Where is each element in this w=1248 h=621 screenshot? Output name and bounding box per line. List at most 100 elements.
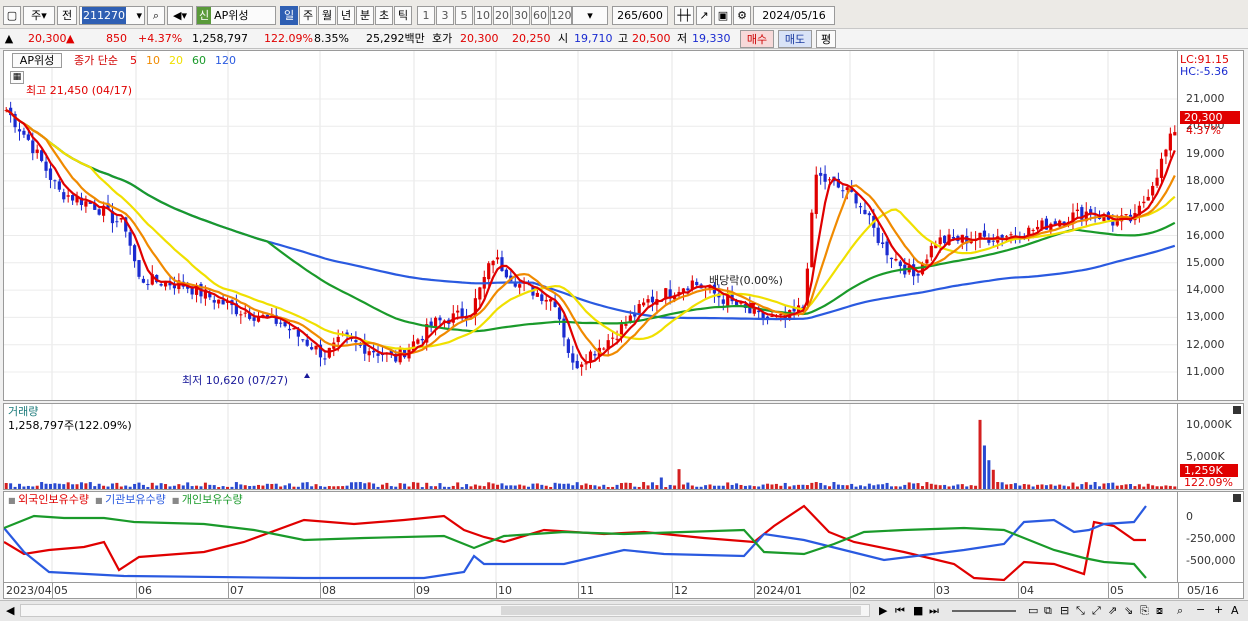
candle-body: [1159, 158, 1164, 178]
volume-bar: [845, 485, 849, 489]
pin-icon[interactable]: ▲: [2, 30, 16, 47]
scroll-left-icon[interactable]: ◀: [6, 604, 14, 618]
buy-button[interactable]: 매수: [740, 30, 774, 48]
scroll-right-icon[interactable]: ▶: [879, 604, 887, 618]
investor-pane-close-icon[interactable]: [1233, 494, 1241, 502]
period-tab-2[interactable]: 월: [318, 6, 336, 25]
period-tab-1[interactable]: 주: [299, 6, 317, 25]
volume-bar: [1164, 485, 1168, 489]
volume-bar: [1168, 485, 1172, 489]
font-size-icon[interactable]: A: [1231, 604, 1239, 618]
interval-button-60[interactable]: 60: [531, 6, 549, 25]
volume-bar: [916, 483, 920, 489]
candle-body: [827, 179, 832, 181]
volume-pane[interactable]: 거래량 1,258,797주(122.09%): [3, 403, 1178, 490]
period-type-select[interactable]: 전: [57, 6, 77, 25]
gear-icon[interactable]: ⚙: [733, 6, 751, 25]
stop-icon[interactable]: ■: [913, 604, 923, 618]
interval-button-20[interactable]: 20: [493, 6, 511, 25]
volume-bar: [580, 485, 584, 489]
volume-bar: [110, 483, 114, 489]
rewind-icon[interactable]: ⏮: [895, 604, 905, 618]
interval-button-30[interactable]: 30: [512, 6, 530, 25]
x-axis-label: 06: [138, 584, 152, 597]
chart-menu-icon[interactable]: ▢: [3, 6, 21, 25]
code-input[interactable]: 211270 ▾: [79, 6, 145, 25]
speaker-icon[interactable]: ◀▾: [167, 6, 193, 25]
volume-chart[interactable]: [4, 404, 1177, 489]
period-tab-4[interactable]: 분: [356, 6, 374, 25]
candle-body: [584, 363, 588, 365]
ma-legend-120[interactable]: 120: [215, 54, 236, 67]
layout-single-icon[interactable]: ▭: [1028, 604, 1038, 618]
scrollbar-thumb[interactable]: [501, 606, 861, 615]
interval-button-5[interactable]: 5: [455, 6, 473, 25]
ma-legend-10[interactable]: 10: [146, 54, 160, 67]
grid-icon[interactable]: ▦: [10, 71, 24, 84]
candle-body: [217, 299, 221, 304]
investor-legend-item[interactable]: ■ 외국인보유수량: [8, 493, 89, 506]
volume-bar: [1102, 483, 1106, 489]
layout-multi-icon[interactable]: ⧉: [1044, 604, 1052, 618]
volume-bar: [1044, 485, 1048, 489]
save-icon[interactable]: ▣: [714, 6, 732, 25]
open-price: 19,710: [574, 32, 613, 45]
ask-label: 호가: [432, 32, 453, 45]
investor-legend-item[interactable]: ■ 기관보유수량: [95, 493, 166, 506]
price-chart-pane[interactable]: AP위성 종가 단순 5 10 20 60 120 ▦ 최고 21,450 (04/17…: [3, 50, 1178, 401]
indicator-title-box[interactable]: AP위성: [12, 53, 62, 68]
draw-tool-icon[interactable]: ↗: [696, 6, 712, 25]
zoom-slider[interactable]: [952, 610, 1016, 612]
eval-button[interactable]: 평: [816, 30, 836, 48]
interval-button-3[interactable]: 3: [436, 6, 454, 25]
price-chart[interactable]: [4, 51, 1177, 400]
date-field[interactable]: 2024/05/16: [753, 6, 835, 25]
investor-pane[interactable]: ■ 외국인보유수량 ■ 기관보유수량 ■ 개인보유수량: [3, 491, 1178, 583]
layout-split-icon[interactable]: ⊟: [1060, 604, 1069, 618]
zoom-out-icon[interactable]: −: [1196, 603, 1205, 617]
zoom-in-icon[interactable]: +: [1214, 603, 1223, 617]
candle-body: [367, 351, 371, 356]
sell-button[interactable]: 매도: [778, 30, 812, 48]
volume-bar: [380, 484, 384, 489]
period-tab-6[interactable]: 틱: [394, 6, 412, 25]
draw-ray-icon[interactable]: ⤢: [1092, 604, 1101, 618]
ma-legend-20[interactable]: 20: [169, 54, 183, 67]
x-axis-label: 02: [852, 584, 866, 597]
paste-icon[interactable]: ⧇: [1156, 604, 1163, 618]
volume-bar: [195, 485, 199, 489]
draw-line-icon[interactable]: ⤡: [1076, 604, 1085, 618]
horizontal-scrollbar[interactable]: [20, 604, 870, 617]
ma-legend-60[interactable]: 60: [192, 54, 206, 67]
volume-bar: [429, 486, 433, 489]
search-icon[interactable]: ⌕: [147, 6, 165, 25]
draw-channel-icon[interactable]: ⇗: [1108, 604, 1117, 618]
period-tab-3[interactable]: 년: [337, 6, 355, 25]
interval-button-10[interactable]: 10: [474, 6, 492, 25]
interval-button-120[interactable]: 120: [550, 6, 572, 25]
volume-bar: [53, 483, 57, 489]
x-axis-label: 05: [1110, 584, 1124, 597]
interval-button-1[interactable]: 1: [417, 6, 435, 25]
volume-bar: [743, 485, 747, 489]
copy-icon[interactable]: ⎘: [1140, 604, 1149, 618]
volume-bar: [398, 483, 402, 489]
period-tab-0[interactable]: 일: [280, 6, 298, 25]
draw-fib-icon[interactable]: ⇘: [1124, 604, 1133, 618]
ma-legend-5[interactable]: 5: [130, 54, 137, 67]
candle-body: [354, 340, 358, 343]
volume-bar: [889, 486, 893, 489]
count-field[interactable]: 265/600: [612, 6, 668, 25]
candle-type-icon[interactable]: ┼┼: [674, 6, 694, 25]
high-annotation: 최고 21,450 (04/17): [26, 84, 133, 97]
stock-name-field[interactable]: 신 AP위성: [196, 6, 276, 25]
price-tick-label: 19,000: [1186, 146, 1225, 160]
volume-pane-close-icon[interactable]: [1233, 406, 1241, 414]
play-icon[interactable]: ⏭: [929, 604, 939, 618]
candle-body: [433, 317, 438, 327]
investor-legend-item[interactable]: ■ 개인보유수량: [172, 493, 243, 506]
magnifier-icon[interactable]: ⌕: [1177, 604, 1183, 618]
market-select[interactable]: 주 ▾: [23, 6, 55, 25]
period-tab-5[interactable]: 초: [375, 6, 393, 25]
interval-dropdown[interactable]: ▾: [572, 6, 608, 25]
